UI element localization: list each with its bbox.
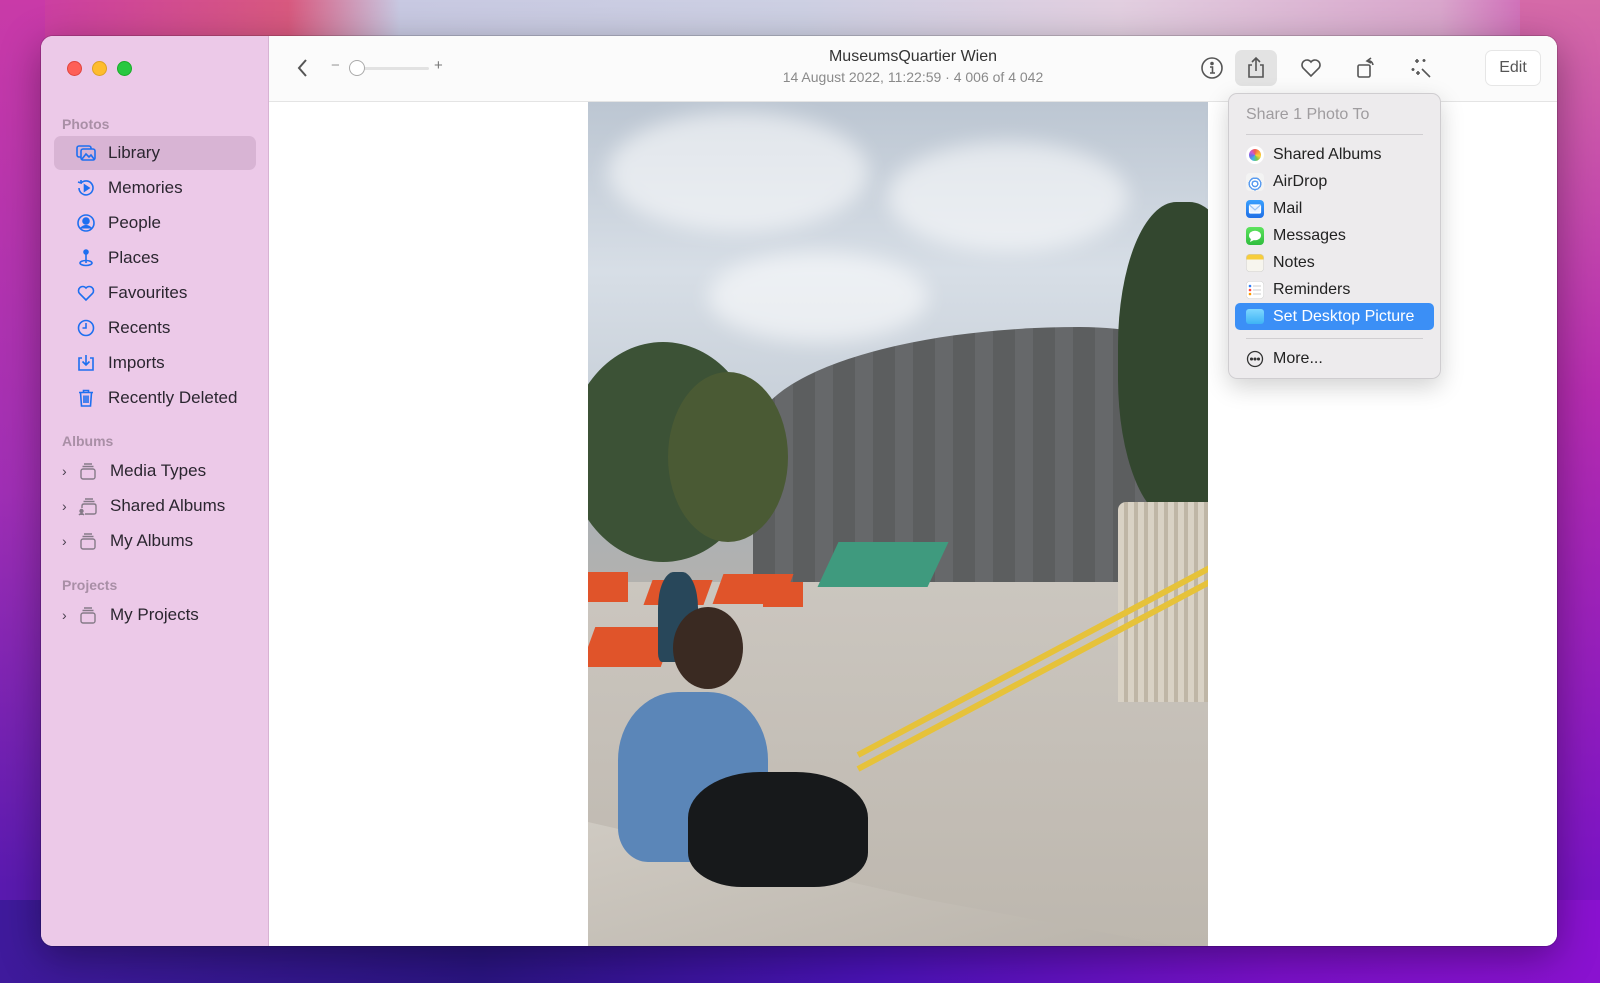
rotate-icon xyxy=(1357,57,1374,78)
photo-image[interactable] xyxy=(588,102,1208,946)
sidebar-item-favourites[interactable]: Favourites xyxy=(54,276,256,310)
sidebar-item-recently-deleted[interactable]: Recently Deleted xyxy=(54,381,256,415)
share-menu-item-shared-albums[interactable]: Shared Albums xyxy=(1235,141,1434,168)
wallpaper xyxy=(0,0,45,983)
desktop-picture-icon xyxy=(1246,309,1264,324)
share-menu-item-mail[interactable]: Mail xyxy=(1235,195,1434,222)
menu-separator xyxy=(1246,338,1423,339)
menu-item-label: Reminders xyxy=(1273,280,1351,298)
sidebar-item-label: Recents xyxy=(108,318,171,337)
favourite-button[interactable] xyxy=(1290,50,1332,86)
share-menu: Share 1 Photo To Shared Albums AirDrop M… xyxy=(1228,93,1441,379)
sidebar-item-label: People xyxy=(108,213,161,232)
notes-icon xyxy=(1246,253,1264,272)
clock-icon xyxy=(76,318,96,338)
magic-wand-icon xyxy=(1411,59,1431,78)
mail-icon xyxy=(1246,199,1264,218)
album-stack-icon xyxy=(78,531,98,551)
sidebar-item-people[interactable]: People xyxy=(54,206,256,240)
sidebar-item-label: Library xyxy=(108,143,160,162)
more-icon xyxy=(1246,350,1264,368)
menu-item-label: AirDrop xyxy=(1273,172,1328,190)
messages-icon xyxy=(1246,226,1264,245)
sidebar-item-imports[interactable]: Imports xyxy=(54,346,256,380)
import-icon xyxy=(76,353,96,373)
sidebar-item-my-projects[interactable]: › My Projects xyxy=(54,598,256,632)
trash-icon xyxy=(76,388,96,408)
sidebar-item-label: Recently Deleted xyxy=(108,388,238,407)
chevron-right-icon[interactable]: › xyxy=(62,533,72,549)
album-stack-icon xyxy=(78,605,98,625)
edit-button[interactable]: Edit xyxy=(1485,50,1541,86)
sidebar-item-label: Favourites xyxy=(108,283,188,302)
heart-icon xyxy=(76,283,96,303)
sidebar-item-shared-albums[interactable]: › Shared Albums xyxy=(54,489,256,523)
sidebar-item-media-types[interactable]: › Media Types xyxy=(54,454,256,488)
share-menu-header: Share 1 Photo To xyxy=(1246,106,1370,123)
minimize-button[interactable] xyxy=(92,61,107,76)
photos-app-icon xyxy=(1246,145,1264,164)
close-button[interactable] xyxy=(67,61,82,76)
share-menu-item-more[interactable]: More... xyxy=(1235,345,1434,372)
sidebar-item-label: Places xyxy=(108,248,160,267)
menu-item-label: Notes xyxy=(1273,253,1315,271)
airdrop-icon xyxy=(1246,172,1264,191)
share-menu-item-set-desktop-picture[interactable]: Set Desktop Picture xyxy=(1235,303,1434,330)
auto-enhance-button[interactable] xyxy=(1400,50,1442,86)
share-menu-item-messages[interactable]: Messages xyxy=(1235,222,1434,249)
info-icon xyxy=(1201,57,1223,79)
sidebar-item-label: My Albums xyxy=(110,531,194,550)
section-label-photos: Photos xyxy=(62,116,110,132)
section-label-projects: Projects xyxy=(62,577,118,593)
menu-separator xyxy=(1246,134,1423,135)
sidebar: Photos Library Memories People Places Fa… xyxy=(41,36,269,946)
chevron-right-icon[interactable]: › xyxy=(62,498,72,514)
chevron-right-icon[interactable]: › xyxy=(62,607,72,623)
menu-item-label: Set Desktop Picture xyxy=(1273,307,1415,325)
share-menu-item-notes[interactable]: Notes xyxy=(1235,249,1434,276)
sidebar-item-my-albums[interactable]: › My Albums xyxy=(54,524,256,558)
sidebar-item-places[interactable]: Places xyxy=(54,241,256,275)
library-icon xyxy=(76,143,96,163)
memories-icon xyxy=(76,178,96,198)
menu-item-label: Messages xyxy=(1273,226,1346,244)
share-menu-item-reminders[interactable]: Reminders xyxy=(1235,276,1434,303)
section-label-albums: Albums xyxy=(62,433,114,449)
maximize-button[interactable] xyxy=(117,61,132,76)
sidebar-item-label: My Projects xyxy=(110,605,199,624)
menu-item-label: More... xyxy=(1273,349,1323,367)
heart-icon xyxy=(1301,59,1321,78)
sidebar-item-label: Shared Albums xyxy=(110,496,226,515)
sidebar-item-label: Imports xyxy=(108,353,165,372)
share-icon xyxy=(1248,56,1264,78)
rotate-button[interactable] xyxy=(1346,50,1388,86)
menu-item-label: Shared Albums xyxy=(1273,145,1382,163)
album-stack-icon xyxy=(78,461,98,481)
sidebar-item-memories[interactable]: Memories xyxy=(54,171,256,205)
sidebar-item-label: Media Types xyxy=(110,461,207,480)
people-icon xyxy=(76,213,96,233)
reminders-icon xyxy=(1246,280,1264,299)
places-icon xyxy=(76,248,96,268)
sidebar-item-label: Memories xyxy=(108,178,183,197)
window-controls xyxy=(67,61,132,76)
sidebar-item-recents[interactable]: Recents xyxy=(54,311,256,345)
info-button[interactable] xyxy=(1191,50,1233,86)
chevron-right-icon[interactable]: › xyxy=(62,463,72,479)
share-menu-item-airdrop[interactable]: AirDrop xyxy=(1235,168,1434,195)
sidebar-item-library[interactable]: Library xyxy=(54,136,256,170)
share-button[interactable] xyxy=(1235,50,1277,86)
menu-item-label: Mail xyxy=(1273,199,1303,217)
shared-album-icon xyxy=(78,496,98,516)
